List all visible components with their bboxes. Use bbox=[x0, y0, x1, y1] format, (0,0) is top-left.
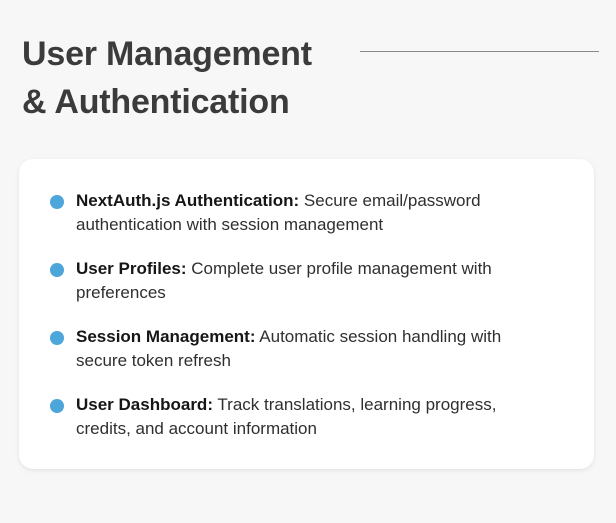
title-divider bbox=[360, 51, 599, 52]
feature-item-user-profiles: User Profiles: Complete user profile man… bbox=[50, 257, 550, 305]
page-header: User Management & Authentication bbox=[22, 30, 599, 126]
features-list: NextAuth.js Authentication: Secure email… bbox=[50, 189, 550, 441]
feature-title: User Dashboard: bbox=[76, 395, 213, 414]
bullet-icon bbox=[50, 195, 64, 209]
page-title-line-1: User Management bbox=[22, 35, 312, 73]
page-title-line-2: & Authentication bbox=[22, 83, 290, 121]
bullet-icon bbox=[50, 263, 64, 277]
feature-title: Session Management: bbox=[76, 327, 256, 346]
feature-title: NextAuth.js Authentication: bbox=[76, 191, 300, 210]
feature-item-nextauth: NextAuth.js Authentication: Secure email… bbox=[50, 189, 550, 237]
feature-item-session-management: Session Management: Automatic session ha… bbox=[50, 325, 550, 373]
page-title: User Management & Authentication bbox=[22, 30, 582, 126]
feature-item-user-dashboard: User Dashboard: Track translations, lear… bbox=[50, 393, 550, 441]
bullet-icon bbox=[50, 399, 64, 413]
feature-title: User Profiles: bbox=[76, 259, 187, 278]
bullet-icon bbox=[50, 331, 64, 345]
page: User Management & Authentication NextAut… bbox=[0, 0, 616, 523]
features-card: NextAuth.js Authentication: Secure email… bbox=[19, 159, 594, 469]
